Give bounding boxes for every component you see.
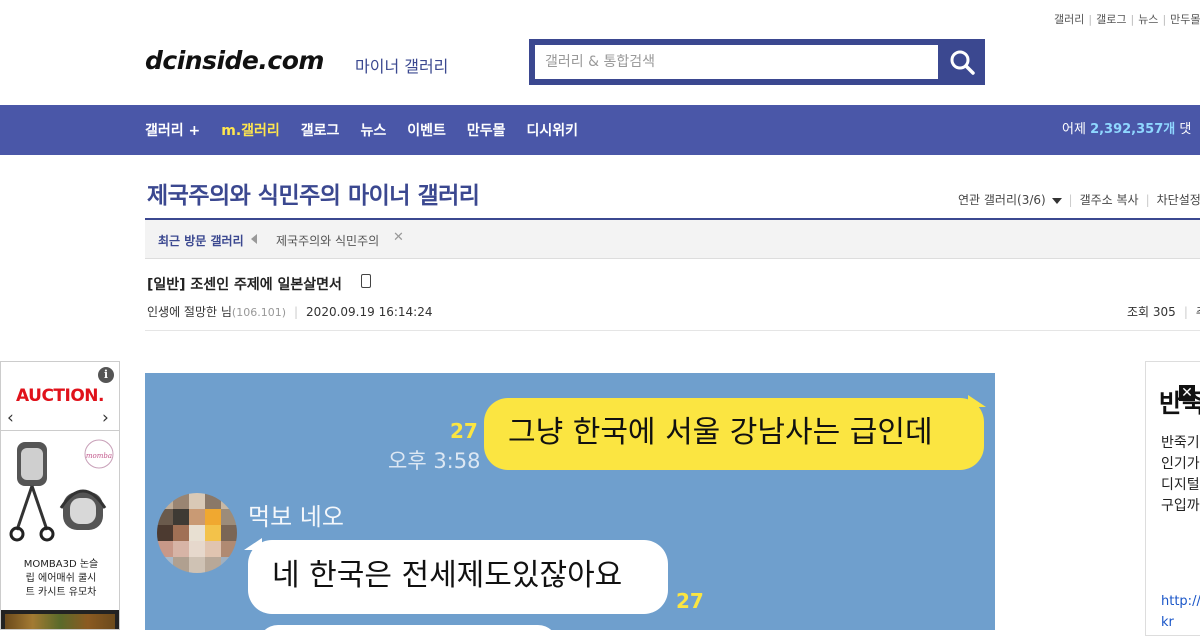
site-logo[interactable]: dcinside.com [145, 46, 324, 75]
search-box [529, 39, 985, 85]
nav-item-news[interactable]: 뉴스 [360, 120, 386, 140]
post-views: 조회 305 [1127, 305, 1176, 319]
separator: | [1130, 13, 1135, 26]
gallery-tools: 연관 갤러리(3/6) | 갤주소 복사 | 차단설정 [958, 191, 1200, 208]
separator: | [1068, 193, 1073, 207]
svg-text:momba: momba [86, 452, 112, 460]
logo-subtitle[interactable]: 마이너 갤러리 [355, 53, 448, 77]
ad-divider [1, 430, 119, 431]
ad-link[interactable]: http://w kr [1161, 591, 1200, 633]
nav-item-dcwiki[interactable]: 디시위키 [526, 120, 578, 140]
chat-bubble-sent: 그냥 한국에 서울 강남사는 급인데 [484, 398, 984, 470]
avatar [157, 493, 237, 573]
mobile-icon [361, 274, 371, 288]
block-settings-button[interactable]: 차단설정 [1157, 193, 1200, 207]
chat-bubble-received: 네 한국은 전세제도있잖아요 [248, 540, 668, 614]
search-input[interactable] [535, 45, 938, 79]
post-stats: 조회 305 | 추 [1127, 303, 1200, 320]
search-icon [950, 50, 975, 75]
main-nav-bar: 갤러리 + m.갤러리 갤로그 뉴스 이벤트 만두몰 디시위키 어제 2,392… [0, 105, 1200, 155]
recent-galleries-label: 최근 방문 갤러리 [158, 234, 244, 248]
post-author-ip: (106.101) [231, 306, 286, 319]
search-button[interactable] [939, 39, 985, 85]
toplink-gallery[interactable]: 갤러리 [1054, 13, 1084, 26]
site-stats: 어제 2,392,357개 댓 [1062, 105, 1191, 155]
nav-item-m-gallery[interactable]: m.갤러리 [221, 120, 280, 140]
toplink-news[interactable]: 뉴스 [1138, 13, 1158, 26]
nav-item-gallog[interactable]: 갤로그 [301, 120, 340, 140]
stroller-product-image: momba [9, 439, 114, 542]
close-icon[interactable]: ✕ [393, 230, 404, 245]
top-utility-links: 갤러리 | 갤로그 | 뉴스 | 만두몰 [1054, 11, 1200, 27]
related-gallery-label: 연관 갤러리(3/6) [958, 193, 1046, 207]
ad-caption: MOMBA3D 논슬 립 에어매쉬 쿨시 트 카시트 유모차 [5, 558, 117, 600]
close-icon[interactable]: ✕ [1179, 385, 1195, 401]
sender-name: 먹보 네오 [248, 503, 344, 531]
toplink-mandumall[interactable]: 만두몰 [1170, 13, 1200, 26]
info-icon[interactable]: i [98, 367, 114, 383]
ad-text-line: 반죽기 [1161, 435, 1200, 451]
post-author[interactable]: 인생에 절망한 님 [147, 305, 232, 319]
ad-text-line: 구입까 [1161, 498, 1200, 514]
ad-brand-logo: AUCTION. [16, 386, 104, 406]
nav-items: 갤러리 + m.갤러리 갤로그 뉴스 이벤트 만두몰 디시위키 [145, 105, 599, 155]
stats-suffix: 댓 [1179, 122, 1192, 137]
ad-caption-line: MOMBA3D 논슬 [23, 559, 99, 570]
right-ad-banner[interactable]: 반죽 ✕ 반죽기 인기가 디지털 구입까 http://w kr [1145, 361, 1200, 636]
caret-down-icon [1051, 197, 1062, 204]
copy-address-button[interactable]: 갤주소 복사 [1080, 193, 1139, 207]
chat-bubble-received-next [258, 625, 558, 630]
ad-link-line: http://w [1161, 594, 1200, 609]
chevron-left-icon[interactable]: ‹ [7, 408, 14, 428]
post-recommend-partial: 추 [1196, 305, 1200, 319]
post-header-divider [145, 330, 1200, 331]
related-gallery-dropdown[interactable]: 연관 갤러리(3/6) [958, 193, 1062, 207]
separator: | [1183, 305, 1188, 319]
separator: | [294, 305, 299, 319]
post-meta: 인생에 절망한 님(106.101) | 2020.09.19 16:14:24 [147, 303, 432, 320]
recent-galleries-bar: 최근 방문 갤러리 제국주의와 식민주의 ✕ [145, 220, 1200, 259]
separator: | [1162, 13, 1167, 26]
post-content-image: 그냥 한국에 서울 강남사는 급인데 27 오후 3:58 먹보 네오 네 한국… [145, 373, 995, 630]
gallery-title[interactable]: 제국주의와 식민주의 마이너 갤러리 [147, 176, 480, 210]
separator: | [1088, 13, 1093, 26]
toplink-gallog[interactable]: 갤로그 [1096, 13, 1126, 26]
recent-gallery-item[interactable]: 제국주의와 식민주의 [276, 232, 379, 249]
ad-text-line: 디지털 [1161, 477, 1200, 493]
nav-item-gallery[interactable]: 갤러리 + [145, 120, 200, 140]
stats-label: 어제 [1062, 122, 1086, 137]
chevron-right-icon[interactable]: › [102, 408, 109, 428]
ad-text-line: 인기가 [1161, 456, 1200, 472]
stats-value: 2,392,357개 [1090, 122, 1176, 137]
post-title: [일반] 조센인 주제에 일본살면서 [147, 277, 342, 293]
ad-text: 반죽기 인기가 디지털 구입까 [1161, 433, 1200, 517]
unread-count: 27 [676, 589, 704, 613]
ad-caption-line: 트 카시트 유모차 [25, 587, 97, 598]
post-datetime: 2020.09.19 16:14:24 [306, 305, 433, 319]
ad-caption-line: 립 에어매쉬 쿨시 [25, 573, 97, 584]
separator: | [1145, 193, 1150, 207]
collapse-arrow-icon[interactable] [251, 234, 257, 244]
ad-next-product-image [1, 610, 119, 629]
message-time: 오후 3:58 [388, 449, 481, 473]
unread-count: 27 [450, 419, 478, 443]
nav-item-event[interactable]: 이벤트 [407, 120, 446, 140]
left-ad-banner[interactable]: i AUCTION. ‹ › momba MOMBA3D 논슬 립 에어매쉬 쿨… [0, 361, 120, 630]
nav-item-mandumall[interactable]: 만두몰 [467, 120, 506, 140]
